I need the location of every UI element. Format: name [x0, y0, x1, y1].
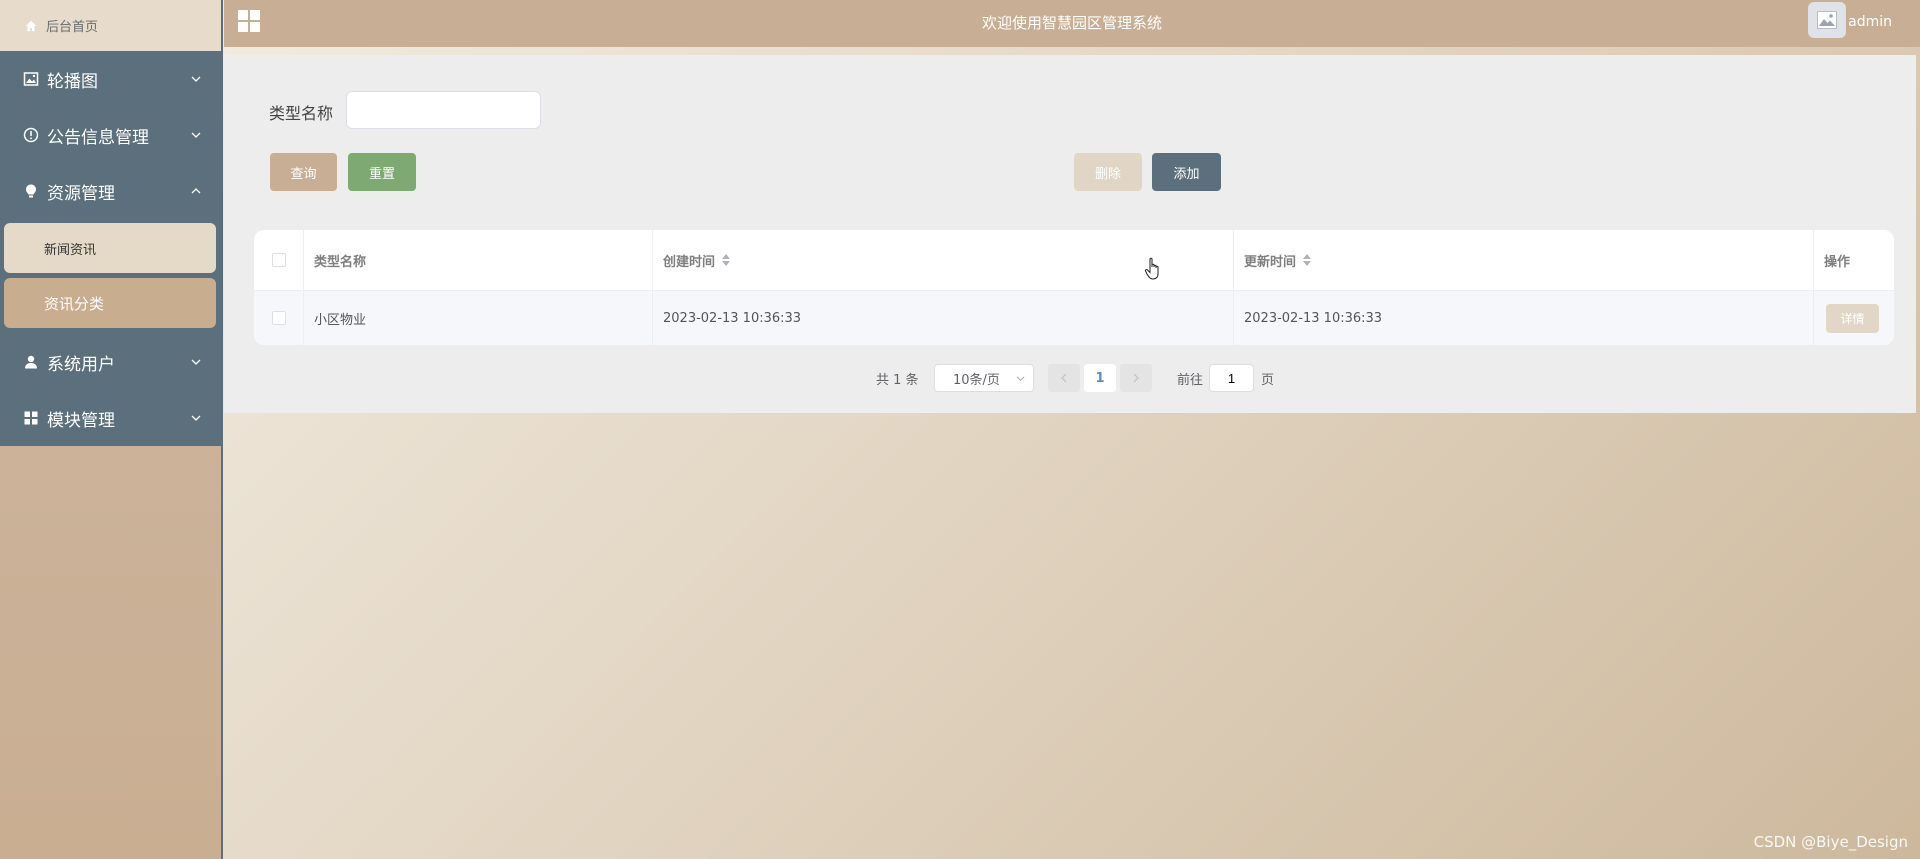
goto-page-input[interactable] [1209, 364, 1254, 392]
sidebar-item-label: 资源管理 [47, 183, 115, 204]
header-checkbox-cell [254, 230, 304, 290]
image-icon [23, 72, 39, 86]
sidebar-item-carousel[interactable]: 轮播图 [0, 51, 221, 107]
cell-actions: 详情 [1814, 291, 1894, 345]
detail-button[interactable]: 详情 [1826, 303, 1879, 333]
chevron-down-icon [191, 76, 201, 82]
watermark: CSDN @Biye_Design [1753, 833, 1908, 851]
sidebar-item-news-category[interactable]: 资讯分类 [4, 278, 216, 328]
sort-icon[interactable] [1302, 253, 1312, 267]
chevron-down-icon [1016, 376, 1025, 382]
sidebar-item-label: 公告信息管理 [47, 127, 149, 148]
chevron-left-icon [1061, 373, 1067, 383]
table-row: 小区物业 2023-02-13 10:36:33 2023-02-13 10:3… [254, 290, 1894, 345]
column-header-label: 类型名称 [314, 254, 367, 270]
add-button[interactable]: 添加 [1152, 153, 1221, 191]
reset-button[interactable]: 重置 [348, 153, 416, 191]
sidebar: 后台首页 轮播图 公告信息管理 资源管理 新闻资讯 资讯分类 系统用户 模块管理 [0, 0, 223, 859]
user-icon [25, 355, 37, 369]
grid-icon [24, 411, 38, 425]
column-header-updated[interactable]: 更新时间 [1234, 230, 1814, 290]
pagination-total: 共 1 条 [876, 373, 919, 388]
username-label[interactable]: admin [1848, 14, 1892, 30]
data-table: 类型名称 创建时间 更新时间 操作 小区物业 2023-02-13 10:36:… [254, 230, 1894, 345]
column-header-type-name: 类型名称 [304, 230, 653, 290]
sidebar-item-label: 后台首页 [46, 20, 99, 35]
type-name-input[interactable] [346, 91, 541, 129]
select-all-checkbox[interactable] [271, 253, 286, 267]
cell-type-name: 小区物业 [304, 291, 653, 345]
sidebar-item-news[interactable]: 新闻资讯 [4, 223, 216, 273]
page-size-select[interactable]: 10条/页 [934, 364, 1034, 392]
cell-created: 2023-02-13 10:36:33 [653, 291, 1234, 345]
chevron-right-icon [1133, 373, 1139, 383]
sidebar-item-resources[interactable]: 资源管理 [0, 163, 221, 219]
column-header-label: 操作 [1824, 254, 1851, 270]
search-label: 类型名称 [269, 104, 334, 123]
sort-icon[interactable] [721, 253, 731, 267]
query-button[interactable]: 查询 [270, 153, 337, 191]
image-placeholder-icon [1817, 11, 1837, 29]
page-title: 欢迎使用智慧园区管理系统 [981, 14, 1162, 32]
goto-suffix: 页 [1261, 373, 1275, 388]
cell-updated: 2023-02-13 10:36:33 [1234, 291, 1814, 345]
prev-page-button[interactable] [1048, 364, 1080, 392]
avatar[interactable] [1808, 2, 1846, 38]
sidebar-item-modules[interactable]: 模块管理 [0, 390, 221, 446]
sidebar-submenu-resources: 新闻资讯 资讯分类 [0, 219, 221, 334]
home-icon [25, 20, 37, 31]
next-page-button[interactable] [1120, 364, 1152, 392]
sidebar-item-home[interactable]: 后台首页 [0, 0, 221, 51]
delete-button[interactable]: 删除 [1074, 153, 1142, 191]
sidebar-item-label: 轮播图 [47, 71, 98, 92]
sidebar-item-system-users[interactable]: 系统用户 [0, 334, 221, 390]
chevron-down-icon [191, 359, 201, 365]
chevron-down-icon [191, 415, 201, 421]
chevron-down-icon [191, 132, 201, 138]
column-header-actions: 操作 [1814, 230, 1894, 290]
table-header-row: 类型名称 创建时间 更新时间 操作 [254, 230, 1894, 290]
info-circle-icon [23, 127, 39, 143]
column-header-label: 更新时间 [1244, 254, 1297, 270]
hand-cursor-icon [1144, 257, 1159, 280]
bulb-icon [26, 184, 36, 198]
pagination: 共 1 条 10条/页 1 前往 页 [224, 364, 1916, 392]
column-header-label: 创建时间 [663, 254, 716, 270]
sidebar-item-label: 模块管理 [47, 410, 115, 431]
row-checkbox-cell [254, 291, 304, 345]
sidebar-item-label: 新闻资讯 [44, 242, 97, 258]
row-checkbox[interactable] [271, 311, 286, 325]
page-size-value: 10条/页 [953, 372, 1000, 388]
main-panel: 类型名称 查询 重置 删除 添加 类型名称 创建时间 更新时间 操作 小区物业 … [224, 55, 1916, 413]
sidebar-item-label: 系统用户 [47, 354, 115, 375]
header-bar: 欢迎使用智慧园区管理系统 admin [224, 0, 1920, 47]
goto-label: 前往 [1177, 373, 1204, 388]
chevron-up-icon [191, 188, 201, 194]
sidebar-item-label: 资讯分类 [44, 294, 105, 313]
page-number-1[interactable]: 1 [1084, 364, 1116, 392]
sidebar-item-announcements[interactable]: 公告信息管理 [0, 107, 221, 163]
